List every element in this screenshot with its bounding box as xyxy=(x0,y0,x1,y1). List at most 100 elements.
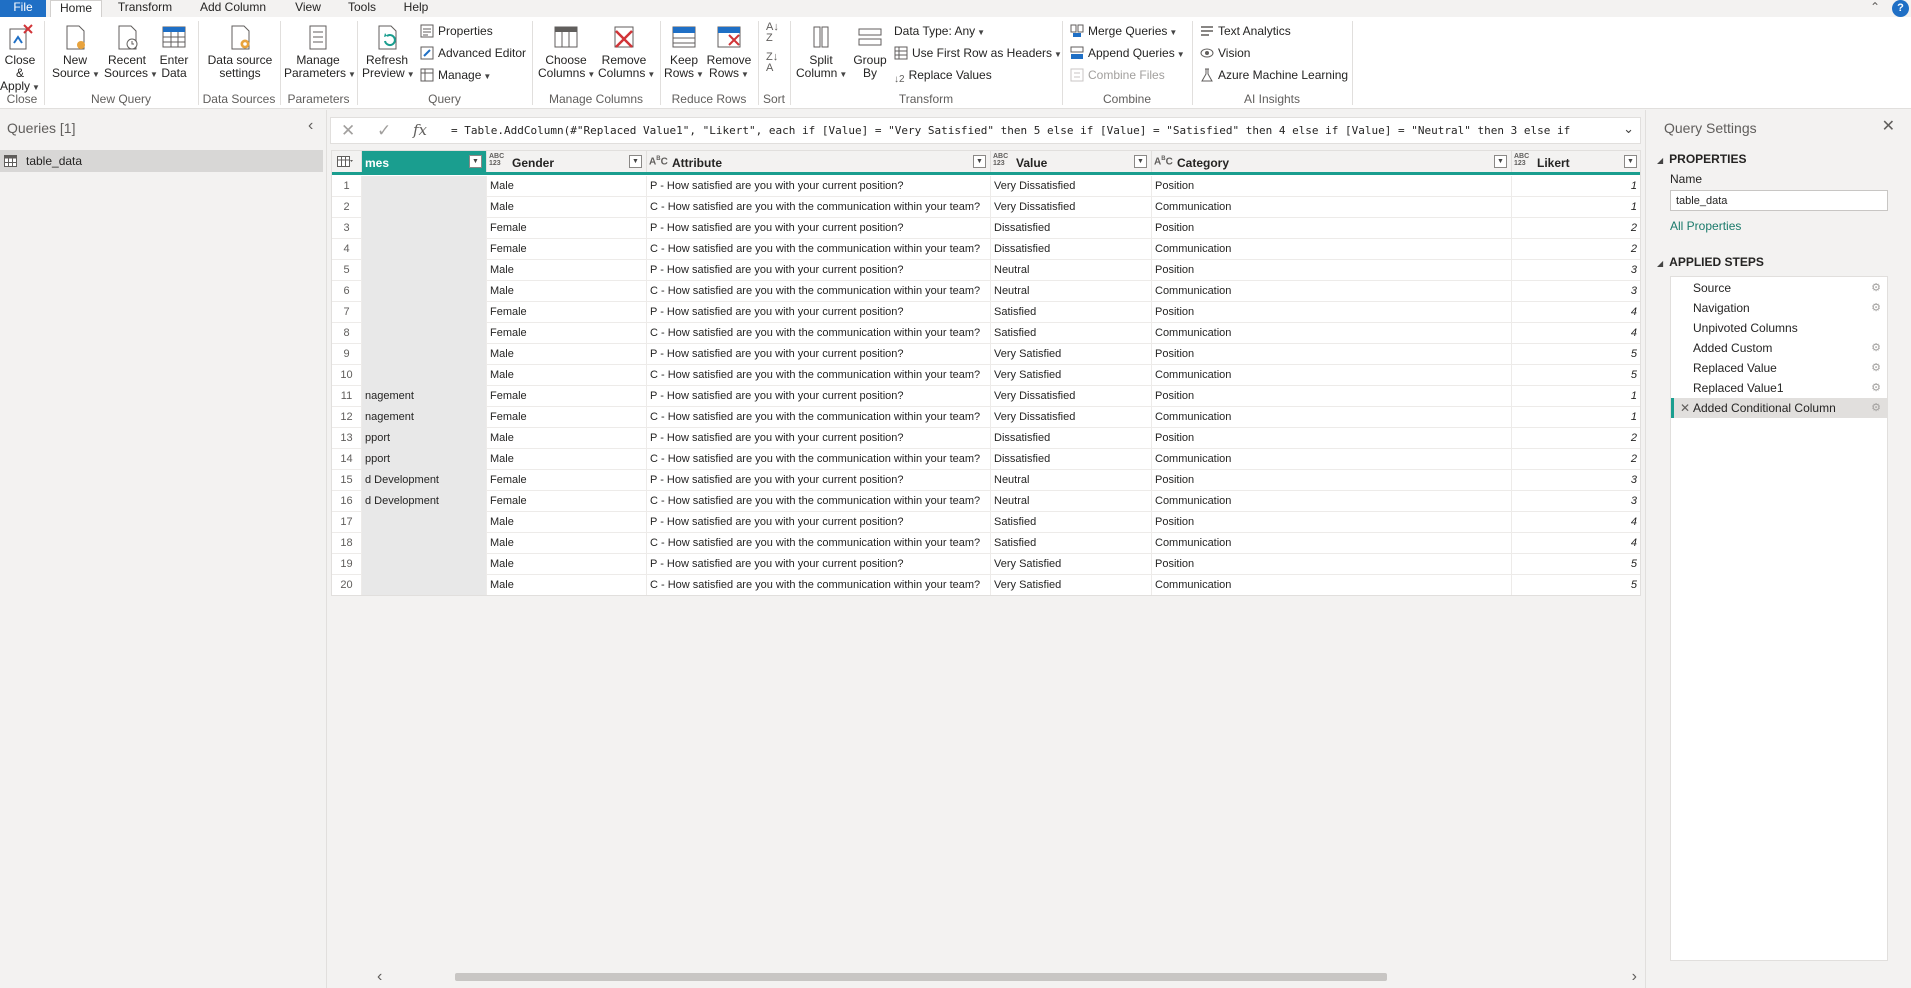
gender-cell[interactable]: Female xyxy=(487,386,647,407)
names-cell[interactable] xyxy=(362,302,487,323)
attribute-cell[interactable]: P - How satisfied are you with your curr… xyxy=(647,428,991,449)
manage-parameters-button[interactable]: Manage Parameters ▼ xyxy=(284,23,356,81)
formula-input[interactable]: = Table.AddColumn(#"Replaced Value1", "L… xyxy=(451,124,1601,137)
sort-descending-button[interactable]: Z↓ A xyxy=(766,52,778,74)
tab-view[interactable]: View xyxy=(290,0,326,17)
likert-cell[interactable]: 2 xyxy=(1512,428,1640,449)
names-cell[interactable] xyxy=(362,365,487,386)
table-row[interactable]: 10 Male C - How satisfied are you with the… xyxy=(332,365,1640,386)
column-header-gender[interactable]: ABC 123 Gender ▼ xyxy=(487,151,647,172)
value-cell[interactable]: Neutral xyxy=(991,470,1152,491)
row-number[interactable]: 9 xyxy=(332,344,362,365)
gender-cell[interactable]: Female xyxy=(487,470,647,491)
table-row[interactable]: 9 Male P - How satisfied are you with your… xyxy=(332,344,1640,365)
table-row[interactable]: 16 d Development Female C - How satisfied a… xyxy=(332,491,1640,512)
close-apply-button[interactable]: Close & Apply ▼ xyxy=(0,23,40,94)
data-source-settings-button[interactable]: Data source settings xyxy=(204,23,276,80)
filter-dropdown-icon[interactable]: ▼ xyxy=(973,155,986,168)
remove-rows-button[interactable]: Remove Rows ▼ xyxy=(706,23,752,81)
enter-data-button[interactable]: Enter Data xyxy=(156,23,192,80)
likert-cell[interactable]: 2 xyxy=(1512,218,1640,239)
category-cell[interactable]: Position xyxy=(1152,554,1512,575)
applied-step[interactable]: Unpivoted Columns xyxy=(1671,318,1887,338)
tab-add-column[interactable]: Add Column xyxy=(194,0,272,17)
likert-cell[interactable]: 4 xyxy=(1512,302,1640,323)
new-source-button[interactable]: New Source ▼ xyxy=(52,23,100,81)
category-cell[interactable]: Communication xyxy=(1152,491,1512,512)
gender-cell[interactable]: Male xyxy=(487,533,647,554)
table-row[interactable]: 4 Female C - How satisfied are you with th… xyxy=(332,239,1640,260)
tab-home[interactable]: Home xyxy=(50,0,102,17)
likert-cell[interactable]: 3 xyxy=(1512,260,1640,281)
table-row[interactable]: 1 Male P - How satisfied are you with your… xyxy=(332,176,1640,197)
row-number[interactable]: 2 xyxy=(332,197,362,218)
gender-cell[interactable]: Male xyxy=(487,449,647,470)
row-number[interactable]: 8 xyxy=(332,323,362,344)
row-number[interactable]: 17 xyxy=(332,512,362,533)
likert-cell[interactable]: 3 xyxy=(1512,470,1640,491)
gender-cell[interactable]: Male xyxy=(487,344,647,365)
names-cell[interactable] xyxy=(362,218,487,239)
likert-cell[interactable]: 4 xyxy=(1512,533,1640,554)
category-cell[interactable]: Position xyxy=(1152,218,1512,239)
gear-icon[interactable]: ⚙ xyxy=(1871,358,1881,378)
gender-cell[interactable]: Female xyxy=(487,407,647,428)
attribute-cell[interactable]: C - How satisfied are you with the commu… xyxy=(647,197,991,218)
attribute-cell[interactable]: C - How satisfied are you with the commu… xyxy=(647,239,991,260)
attribute-cell[interactable]: P - How satisfied are you with your curr… xyxy=(647,302,991,323)
table-row[interactable]: 3 Female P - How satisfied are you with yo… xyxy=(332,218,1640,239)
any-type-icon[interactable]: ABC 123 xyxy=(993,153,1008,167)
table-row[interactable]: 5 Male P - How satisfied are you with your… xyxy=(332,260,1640,281)
any-type-icon[interactable]: ABC 123 xyxy=(489,153,504,167)
gender-cell[interactable]: Male xyxy=(487,575,647,595)
category-cell[interactable]: Communication xyxy=(1152,239,1512,260)
properties-section[interactable]: ◢ PROPERTIES xyxy=(1657,152,1747,166)
value-cell[interactable]: Very Satisfied xyxy=(991,365,1152,386)
tab-transform[interactable]: Transform xyxy=(112,0,178,17)
likert-cell[interactable]: 1 xyxy=(1512,407,1640,428)
gender-cell[interactable]: Male xyxy=(487,197,647,218)
category-cell[interactable]: Communication xyxy=(1152,407,1512,428)
category-cell[interactable]: Position xyxy=(1152,344,1512,365)
likert-cell[interactable]: 5 xyxy=(1512,365,1640,386)
value-cell[interactable]: Neutral xyxy=(991,491,1152,512)
category-cell[interactable]: Communication xyxy=(1152,323,1512,344)
likert-cell[interactable]: 1 xyxy=(1512,386,1640,407)
applied-step[interactable]: Added Custom ⚙ xyxy=(1671,338,1887,358)
row-number[interactable]: 16 xyxy=(332,491,362,512)
value-cell[interactable]: Very Dissatisfied xyxy=(991,176,1152,197)
value-cell[interactable]: Neutral xyxy=(991,260,1152,281)
applied-step[interactable]: ✕ Added Conditional Column ⚙ xyxy=(1671,398,1887,418)
query-item-table-data[interactable]: table_data xyxy=(0,150,323,172)
row-number[interactable]: 1 xyxy=(332,176,362,197)
row-number[interactable]: 7 xyxy=(332,302,362,323)
table-row[interactable]: 7 Female P - How satisfied are you with yo… xyxy=(332,302,1640,323)
names-cell[interactable] xyxy=(362,323,487,344)
value-cell[interactable]: Neutral xyxy=(991,281,1152,302)
category-cell[interactable]: Position xyxy=(1152,428,1512,449)
row-number[interactable]: 20 xyxy=(332,575,362,595)
collapse-pane-icon[interactable]: ‹ xyxy=(308,117,313,135)
replace-values-button[interactable]: ↓2 Replace Values xyxy=(894,68,992,87)
manage-button[interactable]: Manage ▼ xyxy=(420,68,491,84)
category-cell[interactable]: Position xyxy=(1152,302,1512,323)
choose-columns-button[interactable]: Choose Columns ▼ xyxy=(538,23,595,81)
text-analytics-button[interactable]: Text Analytics xyxy=(1200,24,1291,38)
names-cell[interactable]: pport xyxy=(362,449,487,470)
azure-ml-button[interactable]: Azure Machine Learning xyxy=(1200,68,1348,82)
gender-cell[interactable]: Female xyxy=(487,323,647,344)
category-cell[interactable]: Communication xyxy=(1152,575,1512,595)
likert-cell[interactable]: 1 xyxy=(1512,176,1640,197)
gender-cell[interactable]: Male xyxy=(487,365,647,386)
likert-cell[interactable]: 5 xyxy=(1512,554,1640,575)
row-number[interactable]: 12 xyxy=(332,407,362,428)
category-cell[interactable]: Communication xyxy=(1152,449,1512,470)
attribute-cell[interactable]: P - How satisfied are you with your curr… xyxy=(647,344,991,365)
row-number[interactable]: 18 xyxy=(332,533,362,554)
gender-cell[interactable]: Female xyxy=(487,218,647,239)
category-cell[interactable]: Position xyxy=(1152,260,1512,281)
text-type-icon[interactable]: ABC xyxy=(649,156,668,167)
column-header-value[interactable]: ABC 123 Value ▼ xyxy=(991,151,1152,172)
append-queries-button[interactable]: Append Queries ▼ xyxy=(1070,46,1185,62)
gender-cell[interactable]: Male xyxy=(487,512,647,533)
